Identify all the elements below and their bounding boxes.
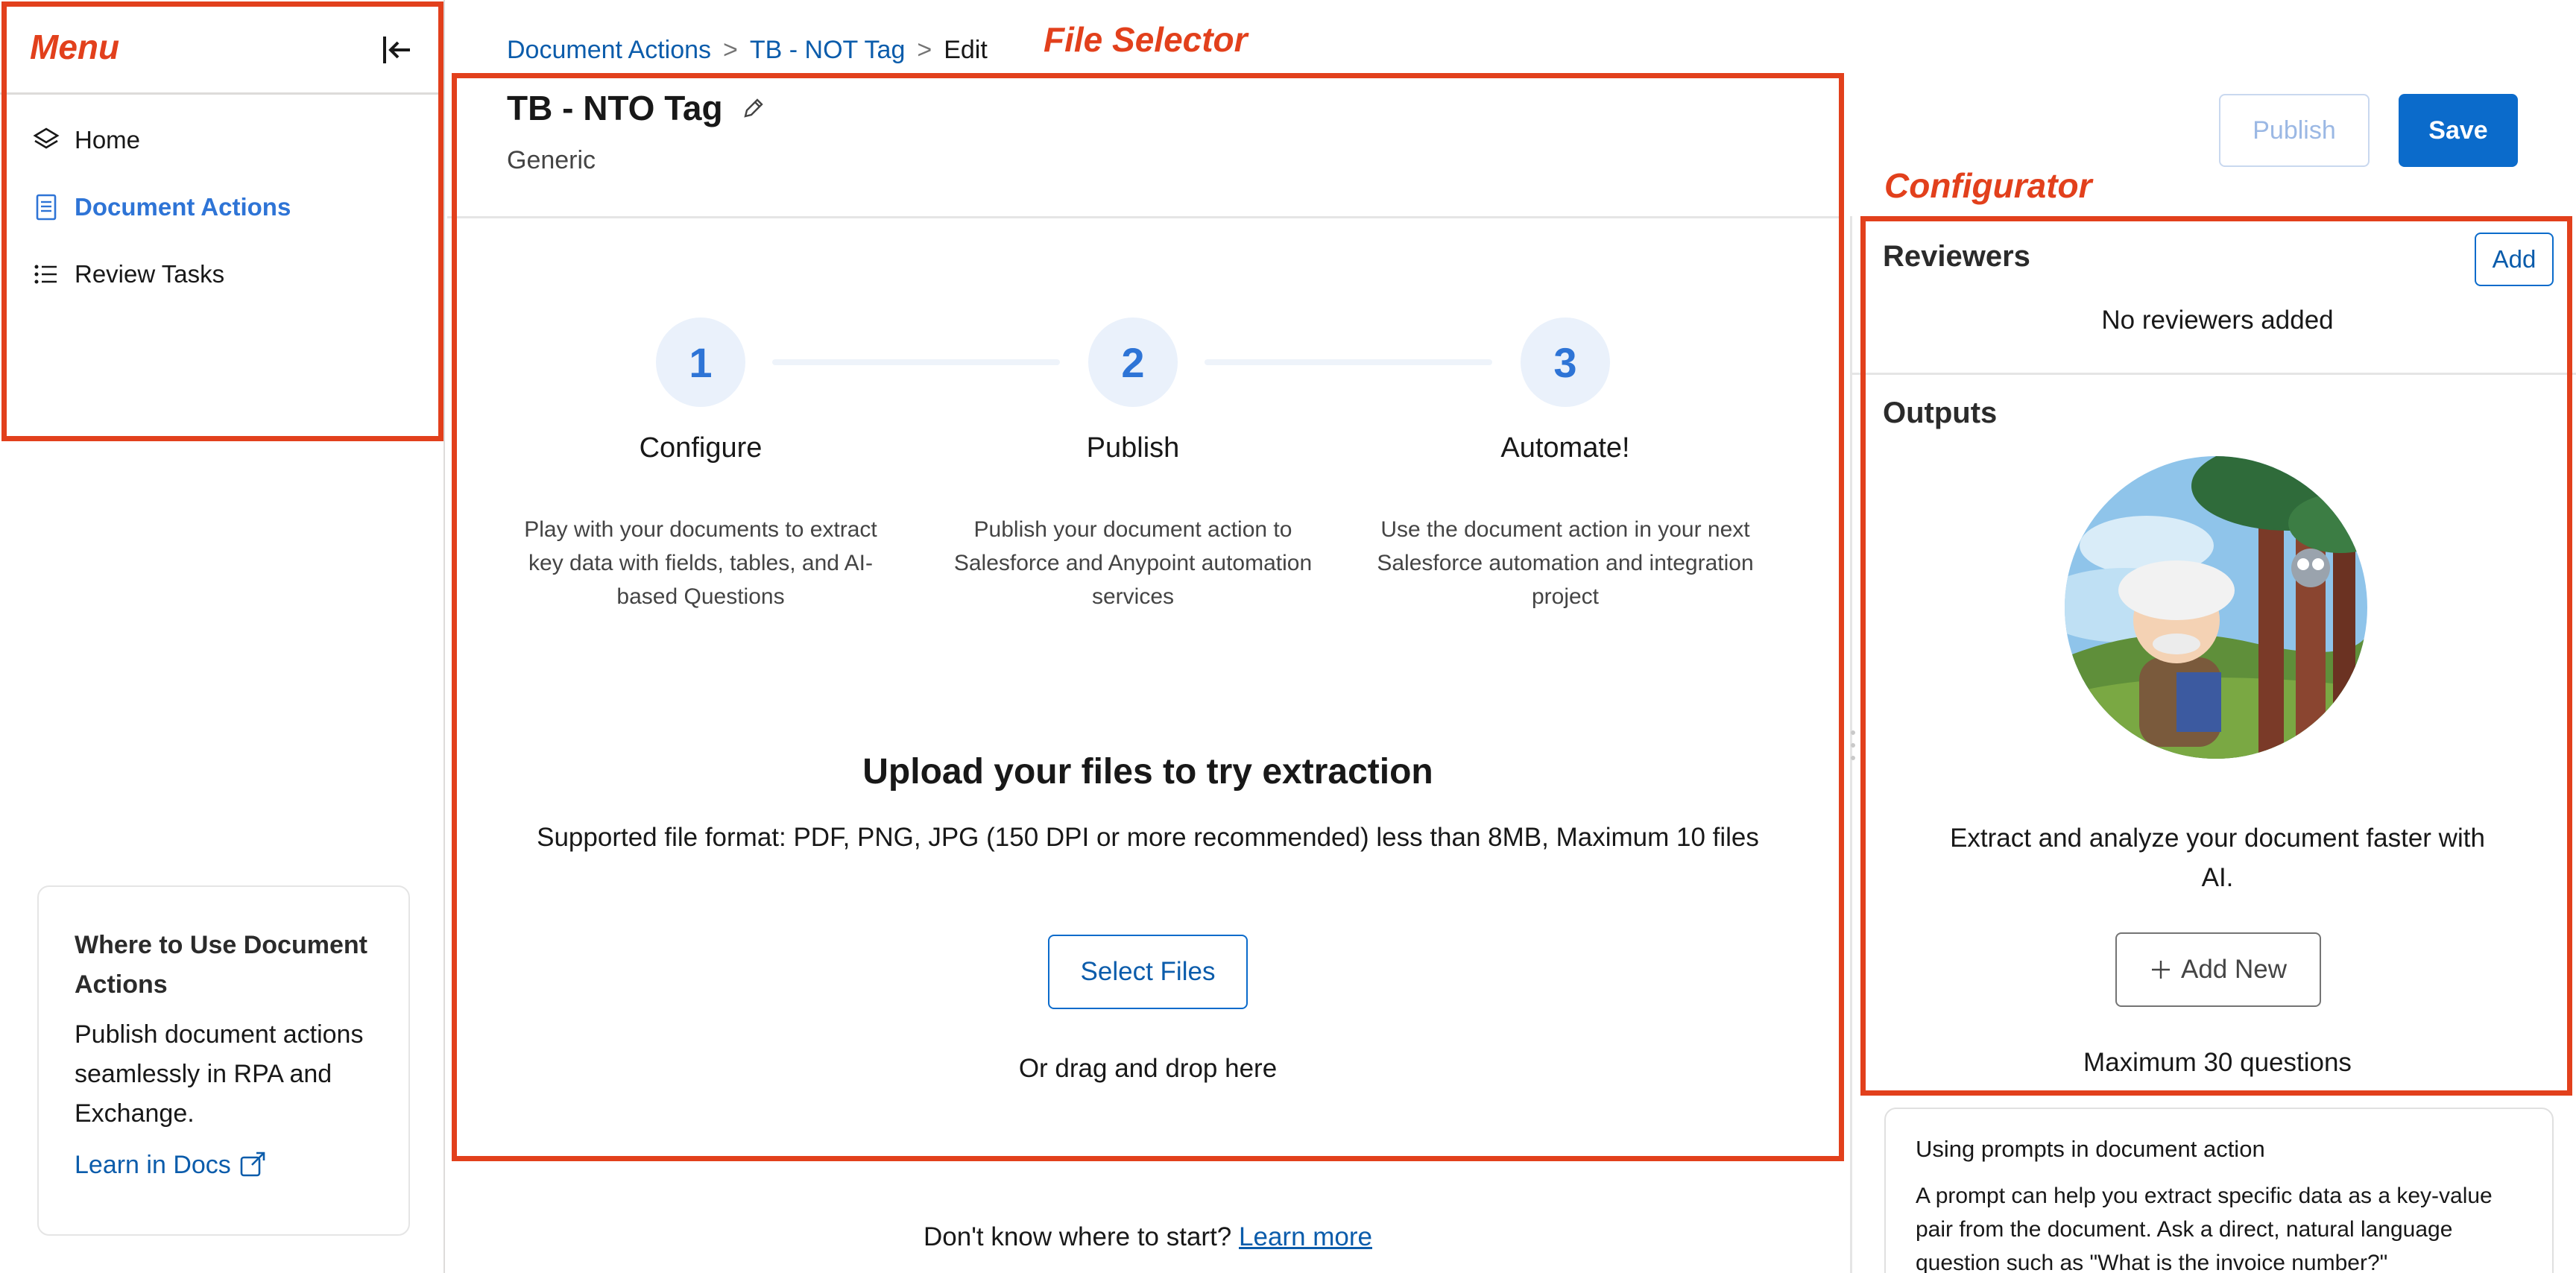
menu-annotation-label: Menu [30,28,120,66]
step-desc-automate: Use the document action in your next Sal… [1377,517,1754,609]
chevron-right-icon: > [917,36,932,64]
header-divider [447,216,1844,218]
select-files-button[interactable]: Select Files [1048,935,1248,1009]
hint-text: Don't know where to start? [924,1222,1232,1251]
chevron-right-icon: > [723,36,738,64]
learn-in-docs-link[interactable]: Learn in Docs [75,1150,373,1180]
max-questions-note: Maximum 30 questions [2083,1048,2352,1077]
add-new-label: Add New [2180,955,2288,984]
sidebar-item-home[interactable]: Home [31,118,140,162]
breadcrumb-document-actions[interactable]: Document Actions [507,36,711,65]
breadcrumb-current: Edit [944,36,988,64]
file-selector-annotation-label: File Selector [1044,20,1248,59]
save-button[interactable]: Save [2399,94,2518,167]
resize-handle[interactable] [1849,730,1857,760]
collapse-sidebar-button[interactable] [376,30,417,70]
collapse-icon [383,37,410,63]
document-type: Generic [507,146,596,174]
document-icon [31,192,61,222]
help-hint: Don't know where to start? Learn more [458,1222,1838,1252]
step-number-1: 1 [656,318,745,407]
sidebar-item-label: Review Tasks [75,260,225,288]
page-title: TB - NTO Tag [507,88,766,128]
where-to-use-card: Where to Use Document Actions Publish do… [37,885,410,1236]
upload-title: Upload your files to try extraction [862,752,1433,792]
sidebar-item-review-tasks[interactable]: Review Tasks [31,252,224,297]
title-text: TB - NTO Tag [507,89,723,127]
step-number-3: 3 [1521,318,1610,407]
step-desc-publish: Publish your document action to Salesfor… [953,517,1313,609]
outputs-description: Extract and analyze your document faster… [1950,824,2485,892]
publish-button[interactable]: Publish [2219,94,2370,167]
reviewers-empty-state: No reviewers added [2101,306,2334,335]
reviewers-heading: Reviewers [1883,240,2030,273]
step-number-2: 2 [1088,318,1178,407]
step-connector [1205,359,1492,365]
step-title-publish: Publish [1086,432,1180,464]
reviewers-divider [1852,373,2576,375]
plus-icon [2151,961,2170,979]
card-body: Publish document actions seamlessly in R… [75,1020,364,1128]
sidebar-item-document-actions[interactable]: Document Actions [31,185,291,230]
step-title-configure: Configure [639,432,763,464]
outputs-heading: Outputs [1883,397,1998,429]
edit-pencil-icon[interactable] [741,95,766,121]
upload-format-info: Supported file format: PDF, PNG, JPG (15… [537,823,1759,852]
prompt-card-title: Using prompts in document action [1916,1136,2265,1162]
configurator-annotation-label: Configurator [1884,166,2092,205]
step-desc-configure: Play with your documents to extract key … [524,517,877,609]
card-title: Where to Use Document Actions [75,931,367,999]
prompt-card-body: A prompt can help you extract specific d… [1916,1184,2493,1273]
add-new-button[interactable]: Add New [2115,932,2321,1007]
sidebar: Home Document Actions Review Tasks Where… [0,0,445,1273]
einstein-illustration [2065,456,2367,759]
breadcrumb: Document Actions > TB - NOT Tag > Edit [507,36,988,65]
breadcrumb-tb-not-tag[interactable]: TB - NOT Tag [750,36,905,65]
external-link-icon [240,1152,265,1177]
step-title-automate: Automate! [1500,432,1630,464]
drag-drop-zone[interactable]: Or drag and drop here [458,1054,1838,1084]
prompt-info-card: Using prompts in document action A promp… [1884,1108,2554,1273]
learn-more-link[interactable]: Learn more [1239,1222,1372,1251]
list-icon [31,259,61,289]
link-label: Learn in Docs [75,1150,231,1179]
sidebar-item-label: Document Actions [75,193,291,221]
layers-icon [31,125,61,155]
add-reviewer-button[interactable]: Add [2475,233,2554,286]
step-connector [772,359,1060,365]
sidebar-item-label: Home [75,126,141,154]
